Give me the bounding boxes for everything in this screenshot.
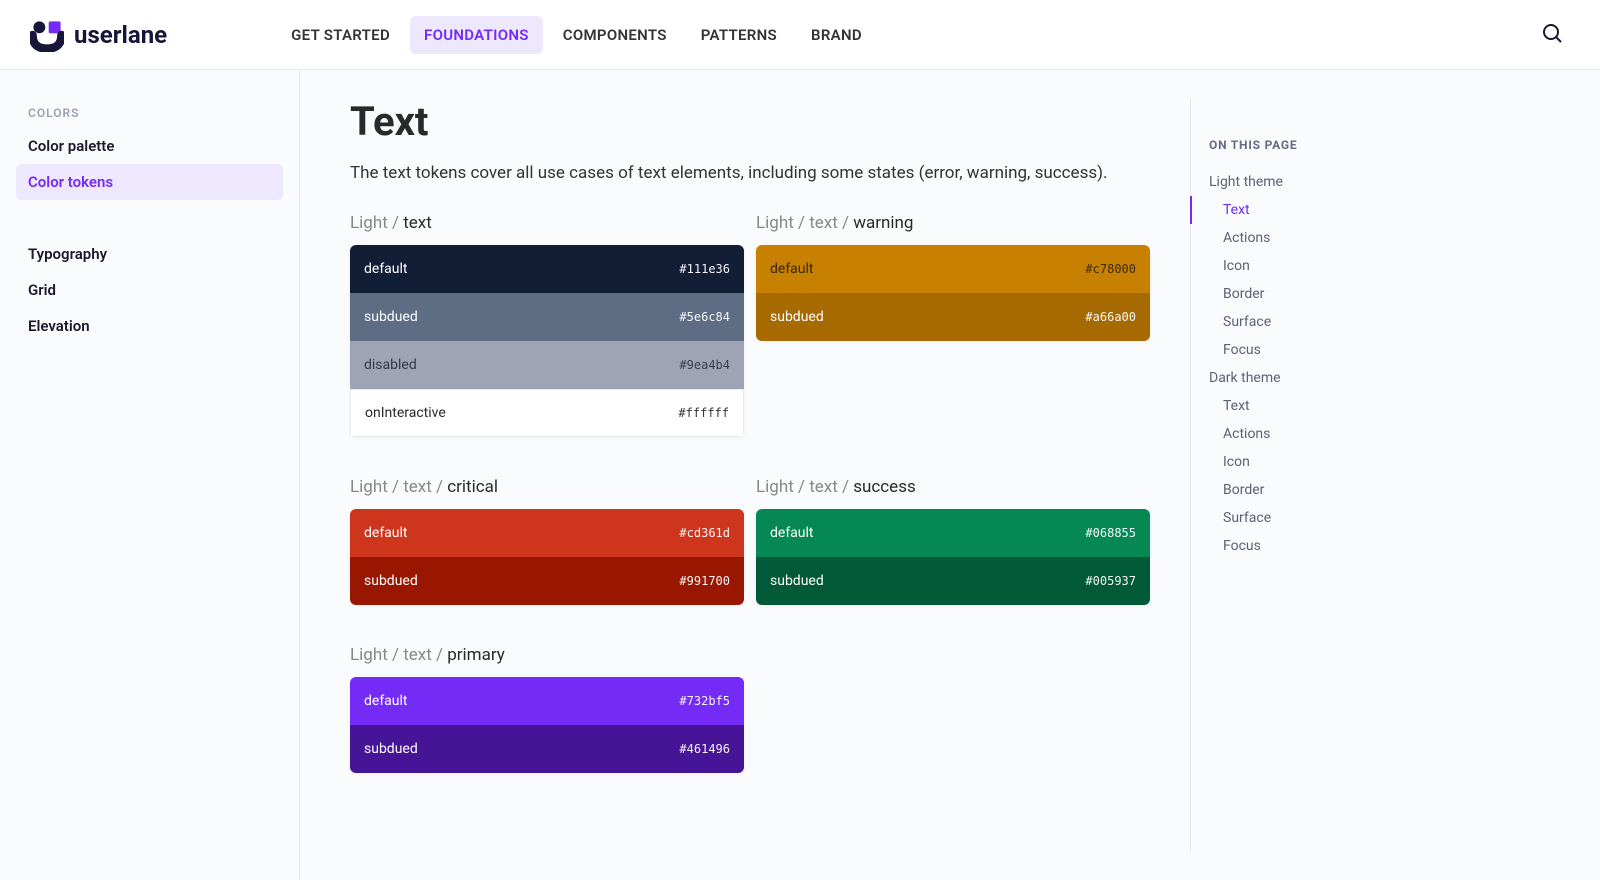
sidebar-item-grid[interactable]: Grid <box>16 272 283 308</box>
swatch-hex: #111e36 <box>679 262 730 276</box>
sidebar-other-group: TypographyGridElevation <box>16 236 283 344</box>
toc-item-dark-theme[interactable]: Dark theme <box>1209 364 1430 392</box>
swatches: default #732bf5 subdued #461496 <box>350 677 744 773</box>
nav-item-brand[interactable]: BRAND <box>797 16 876 54</box>
sidebar-item-color-tokens[interactable]: Color tokens <box>16 164 283 200</box>
brand-logo[interactable]: userlane <box>30 18 167 52</box>
token-group: Light / text default #111e36 subdued #5e6c84… <box>350 213 744 437</box>
toc-item-border[interactable]: Border <box>1209 280 1430 308</box>
toc-title: ON THIS PAGE <box>1209 138 1430 152</box>
content-wrap: COLORS Color paletteColor tokens Typogra… <box>0 70 1600 880</box>
swatch-name: subdued <box>364 573 418 589</box>
token-group-title: Light / text / primary <box>350 645 744 665</box>
swatches: default #111e36 subdued #5e6c84 disabled #9ea… <box>350 245 744 437</box>
search-icon <box>1540 21 1564 45</box>
color-swatch[interactable]: subdued #461496 <box>350 725 744 773</box>
toc-item-text[interactable]: Text <box>1209 392 1430 420</box>
sidebar-item-color-palette[interactable]: Color palette <box>16 128 283 164</box>
color-swatch[interactable]: subdued #5e6c84 <box>350 293 744 341</box>
color-swatch[interactable]: default #111e36 <box>350 245 744 293</box>
sidebar: COLORS Color paletteColor tokens Typogra… <box>0 70 300 880</box>
nav-item-get-started[interactable]: GET STARTED <box>277 16 404 54</box>
swatch-name: default <box>364 525 408 541</box>
sidebar-color-group: Color paletteColor tokens <box>16 128 283 200</box>
toc-item-icon[interactable]: Icon <box>1209 448 1430 476</box>
swatch-name: default <box>364 261 408 277</box>
token-group-title: Light / text / warning <box>756 213 1150 233</box>
swatch-hex: #9ea4b4 <box>679 358 730 372</box>
toc-item-light-theme[interactable]: Light theme <box>1209 168 1430 196</box>
swatches: default #cd361d subdued #991700 <box>350 509 744 605</box>
swatch-name: onInteractive <box>365 405 446 421</box>
nav-item-foundations[interactable]: FOUNDATIONS <box>410 16 543 54</box>
toc-item-focus[interactable]: Focus <box>1209 336 1430 364</box>
sidebar-item-elevation[interactable]: Elevation <box>16 308 283 344</box>
color-swatch[interactable]: default #cd361d <box>350 509 744 557</box>
token-group-title: Light / text / success <box>756 477 1150 497</box>
content: Text The text tokens cover all use cases… <box>350 98 1150 852</box>
page-intro: The text tokens cover all use cases of t… <box>350 163 1150 183</box>
color-swatch[interactable]: subdued #991700 <box>350 557 744 605</box>
swatch-name: default <box>770 261 814 277</box>
toc-item-surface[interactable]: Surface <box>1209 308 1430 336</box>
swatch-hex: #068855 <box>1085 526 1136 540</box>
sidebar-item-typography[interactable]: Typography <box>16 236 283 272</box>
swatch-hex: #cd361d <box>679 526 730 540</box>
color-swatch[interactable]: default #732bf5 <box>350 677 744 725</box>
color-swatch[interactable]: disabled #9ea4b4 <box>350 341 744 389</box>
swatch-hex: #005937 <box>1085 574 1136 588</box>
nav-item-components[interactable]: COMPONENTS <box>549 16 681 54</box>
color-swatch[interactable]: default #068855 <box>756 509 1150 557</box>
swatch-name: subdued <box>770 573 824 589</box>
swatch-hex: #ffffff <box>678 406 729 420</box>
color-swatch[interactable]: subdued #a66a00 <box>756 293 1150 341</box>
swatch-name: default <box>770 525 814 541</box>
swatch-hex: #c78000 <box>1085 262 1136 276</box>
swatch-hex: #991700 <box>679 574 730 588</box>
swatch-name: subdued <box>770 309 824 325</box>
brand-name: userlane <box>74 21 167 49</box>
page-title: Text <box>350 98 1150 145</box>
color-swatch[interactable]: default #c78000 <box>756 245 1150 293</box>
swatch-name: subdued <box>364 741 418 757</box>
toc-item-actions[interactable]: Actions <box>1209 224 1430 252</box>
color-swatch[interactable]: subdued #005937 <box>756 557 1150 605</box>
swatch-hex: #732bf5 <box>679 694 730 708</box>
swatch-name: default <box>364 693 408 709</box>
table-of-contents: ON THIS PAGE Light themeTextActionsIconB… <box>1190 98 1430 852</box>
toc-item-icon[interactable]: Icon <box>1209 252 1430 280</box>
primary-nav: GET STARTEDFOUNDATIONSCOMPONENTSPATTERNS… <box>277 16 876 54</box>
token-group-title: Light / text <box>350 213 744 233</box>
swatch-hex: #a66a00 <box>1085 310 1136 324</box>
swatch-name: subdued <box>364 309 418 325</box>
token-grid: Light / text default #111e36 subdued #5e6c84… <box>350 213 1150 801</box>
token-group: Light / text / success default #068855 subd… <box>756 477 1150 605</box>
app-header: userlane GET STARTEDFOUNDATIONSCOMPONENT… <box>0 0 1600 70</box>
search-button[interactable] <box>1534 15 1570 55</box>
toc-item-text[interactable]: Text <box>1209 196 1430 224</box>
main: Text The text tokens cover all use cases… <box>300 70 1600 880</box>
swatch-hex: #5e6c84 <box>679 310 730 324</box>
sidebar-section-title: COLORS <box>16 98 283 128</box>
toc-item-actions[interactable]: Actions <box>1209 420 1430 448</box>
color-swatch[interactable]: onInteractive #ffffff <box>350 389 744 437</box>
token-group: Light / text / critical default #cd361d sub… <box>350 477 744 605</box>
swatches: default #068855 subdued #005937 <box>756 509 1150 605</box>
token-group: Light / text / warning default #c78000 subd… <box>756 213 1150 437</box>
nav-item-patterns[interactable]: PATTERNS <box>687 16 791 54</box>
toc-item-focus[interactable]: Focus <box>1209 532 1430 560</box>
swatches: default #c78000 subdued #a66a00 <box>756 245 1150 341</box>
brand-logo-mark <box>30 18 64 52</box>
token-group: Light / text / primary default #732bf5 subd… <box>350 645 744 773</box>
swatch-hex: #461496 <box>679 742 730 756</box>
toc-item-surface[interactable]: Surface <box>1209 504 1430 532</box>
token-group <box>756 645 1150 773</box>
swatch-name: disabled <box>364 357 417 373</box>
toc-items: Light themeTextActionsIconBorderSurfaceF… <box>1209 168 1430 560</box>
token-group-title: Light / text / critical <box>350 477 744 497</box>
toc-item-border[interactable]: Border <box>1209 476 1430 504</box>
